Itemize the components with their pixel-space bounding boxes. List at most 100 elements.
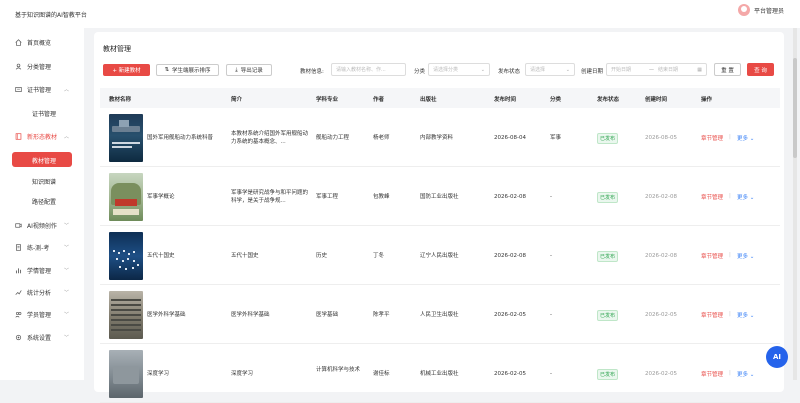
column-header: 学科专业 — [316, 97, 339, 103]
sidebar-item-stats[interactable]: 统计分析 ﹀ — [0, 284, 84, 300]
main-panel: 教材管理 + 新建教材 ⇅ 学生端展示排序 ⤓ 导出记录 教材信息: 请输入教材… — [94, 32, 784, 403]
page-scrollbar[interactable] — [793, 28, 797, 380]
sidebar-item-label: 新形态教材 — [27, 133, 58, 141]
table-header: 教材名称 简介 学科专业 作者 出版社 发布时间 分类 发布状态 创建时间 操作 — [100, 88, 780, 108]
date-end: 结束日期 — [658, 67, 679, 73]
chapter-manage-link[interactable]: 章节管理 — [701, 252, 723, 260]
sidebar-subitem-textbook-manage[interactable]: 教材管理 — [12, 152, 72, 167]
sidebar-item-settings[interactable]: 系统设置 ﹀ — [0, 329, 84, 345]
created-time: 2026-08-05 — [645, 135, 677, 141]
app-title: 基于知识图谱的AI智教平台 — [15, 12, 87, 19]
more-dropdown[interactable]: 更多 ⌄ — [737, 311, 754, 319]
more-dropdown[interactable]: 更多 ⌄ — [737, 252, 754, 260]
textbook-author: 谢佳标 — [373, 371, 390, 377]
table-row: 医学外科学基础 医学外科学基础 医学基础 陈孝平 人民卫生出版社 2026-02… — [100, 286, 780, 344]
search-button[interactable]: 查 询 — [747, 63, 774, 76]
status-badge: 已发布 — [597, 251, 619, 262]
sidebar-item-label: 证书管理 — [32, 110, 57, 118]
textbook-intro: 五代十国史 — [231, 253, 259, 259]
divider: | — [729, 370, 731, 376]
sidebar-item-learning[interactable]: 学情管理 ﹀ — [0, 262, 84, 278]
new-textbook-button[interactable]: + 新建教材 — [103, 64, 150, 76]
textbook-category: - — [550, 312, 552, 318]
user-name[interactable]: 平台管理员 — [754, 6, 784, 15]
chevron-down-icon: ﹀ — [64, 267, 70, 274]
sidebar-item-certificate[interactable]: 证书管理 ︿ — [0, 81, 84, 97]
chevron-down-icon: ﹀ — [64, 311, 70, 318]
sidebar-item-textbook[interactable]: 新形态教材 ︿ — [0, 128, 84, 144]
download-icon: ⤓ — [235, 66, 238, 73]
sidebar-item-ai-video[interactable]: AI视频创作 ﹀ — [0, 217, 84, 233]
video-icon — [15, 222, 22, 229]
user-icon — [15, 63, 22, 70]
chevron-down-icon: ⌄ — [565, 66, 570, 73]
sidebar-subitem-path-config[interactable]: 路径配置 — [0, 193, 84, 209]
textbook-name[interactable]: 深度学习 — [147, 370, 169, 378]
chevron-down-icon: ⌄ — [749, 372, 755, 378]
sidebar-item-students[interactable]: 学员管理 ﹀ — [0, 306, 84, 322]
chevron-down-icon: ⌄ — [749, 195, 755, 201]
reset-button[interactable]: 重 置 — [714, 63, 741, 76]
export-button[interactable]: ⤓ 导出记录 — [226, 64, 272, 76]
textbook-name[interactable]: 医学外科学基础 — [147, 311, 186, 319]
more-dropdown[interactable]: 更多 ⌄ — [737, 134, 754, 142]
user-menu[interactable]: 平台管理员 — [737, 4, 784, 16]
created-time: 2026-02-05 — [645, 312, 677, 318]
chapter-manage-link[interactable]: 章节管理 — [701, 370, 723, 378]
sidebar-subitem-certificate[interactable]: 证书管理 — [0, 105, 84, 121]
book-cover-image — [109, 232, 143, 280]
chevron-down-icon: ⌄ — [749, 313, 755, 319]
textbook-info-input[interactable]: 请输入教材名称、作... — [331, 63, 406, 76]
textbook-name[interactable]: 五代十国史 — [147, 252, 175, 260]
status-badge: 已发布 — [597, 310, 619, 321]
book-icon — [15, 132, 22, 140]
more-dropdown[interactable]: 更多 ⌄ — [737, 370, 754, 378]
sort-icon: ⇅ — [164, 67, 170, 73]
sidebar-item-label: 练-测-考 — [27, 244, 50, 252]
textbook-intro: 军事学是研究战争与和平问题的科学，是关于战争规... — [231, 190, 309, 204]
column-header: 作者 — [373, 97, 385, 103]
date-range-picker[interactable]: 开始日期 — 结束日期 ▦ — [606, 63, 707, 76]
divider: | — [729, 134, 731, 140]
textbook-major: 历史 — [316, 253, 328, 259]
sidebar-subitem-knowledge-graph[interactable]: 知识图谱 — [0, 173, 84, 189]
publish-time: 2026-08-04 — [494, 135, 526, 141]
sidebar-item-label: 分类管理 — [27, 63, 52, 71]
publish-time: 2026-02-05 — [494, 371, 526, 377]
sort-button[interactable]: ⇅ 学生端展示排序 — [156, 64, 219, 76]
status-select-value: 请选择 — [530, 67, 546, 73]
status-select[interactable]: 请选择 ⌄ — [525, 63, 575, 76]
chevron-down-icon: ⌄ — [749, 136, 755, 142]
table-row: 军事学概论 军事学是研究战争与和平问题的科学，是关于战争规... 军事工程 包教… — [100, 168, 780, 226]
book-cover-image — [109, 173, 143, 221]
exam-icon — [15, 243, 22, 251]
status-badge: 已发布 — [597, 192, 619, 203]
textbook-publisher: 国防工业出版社 — [420, 194, 459, 200]
sidebar-item-label: 学情管理 — [27, 267, 52, 275]
avatar[interactable] — [737, 4, 750, 16]
textbook-name[interactable]: 国外军用舰船动力系统科普 — [147, 134, 213, 142]
sidebar-item-category[interactable]: 分类管理 — [0, 58, 84, 74]
ai-assistant-button[interactable]: AI — [766, 346, 788, 368]
settings-icon — [15, 334, 22, 341]
scrollbar-thumb[interactable] — [793, 58, 797, 158]
certificate-icon — [15, 86, 22, 93]
chapter-manage-link[interactable]: 章节管理 — [701, 134, 723, 142]
textbook-name[interactable]: 军事学概论 — [147, 193, 175, 201]
home-icon — [15, 38, 22, 46]
created-time: 2026-02-08 — [645, 253, 677, 259]
textbook-author: 陈孝平 — [373, 312, 390, 318]
chapter-manage-link[interactable]: 章节管理 — [701, 311, 723, 319]
category-select-value: 请选择分类 — [433, 67, 459, 73]
category-select[interactable]: 请选择分类 ⌄ — [428, 63, 490, 76]
publish-time: 2026-02-05 — [494, 312, 526, 318]
sidebar-item-label: 证书管理 — [27, 86, 52, 94]
created-time: 2026-02-05 — [645, 371, 677, 377]
textbook-author: 杨老师 — [373, 135, 390, 141]
sidebar-item-exam[interactable]: 练-测-考 ﹀ — [0, 239, 84, 255]
more-dropdown[interactable]: 更多 ⌄ — [737, 193, 754, 201]
sidebar-item-home[interactable]: 首页概览 — [0, 34, 84, 50]
chapter-manage-link[interactable]: 章节管理 — [701, 193, 723, 201]
column-header: 操作 — [701, 97, 713, 103]
page-title: 教材管理 — [103, 45, 131, 53]
